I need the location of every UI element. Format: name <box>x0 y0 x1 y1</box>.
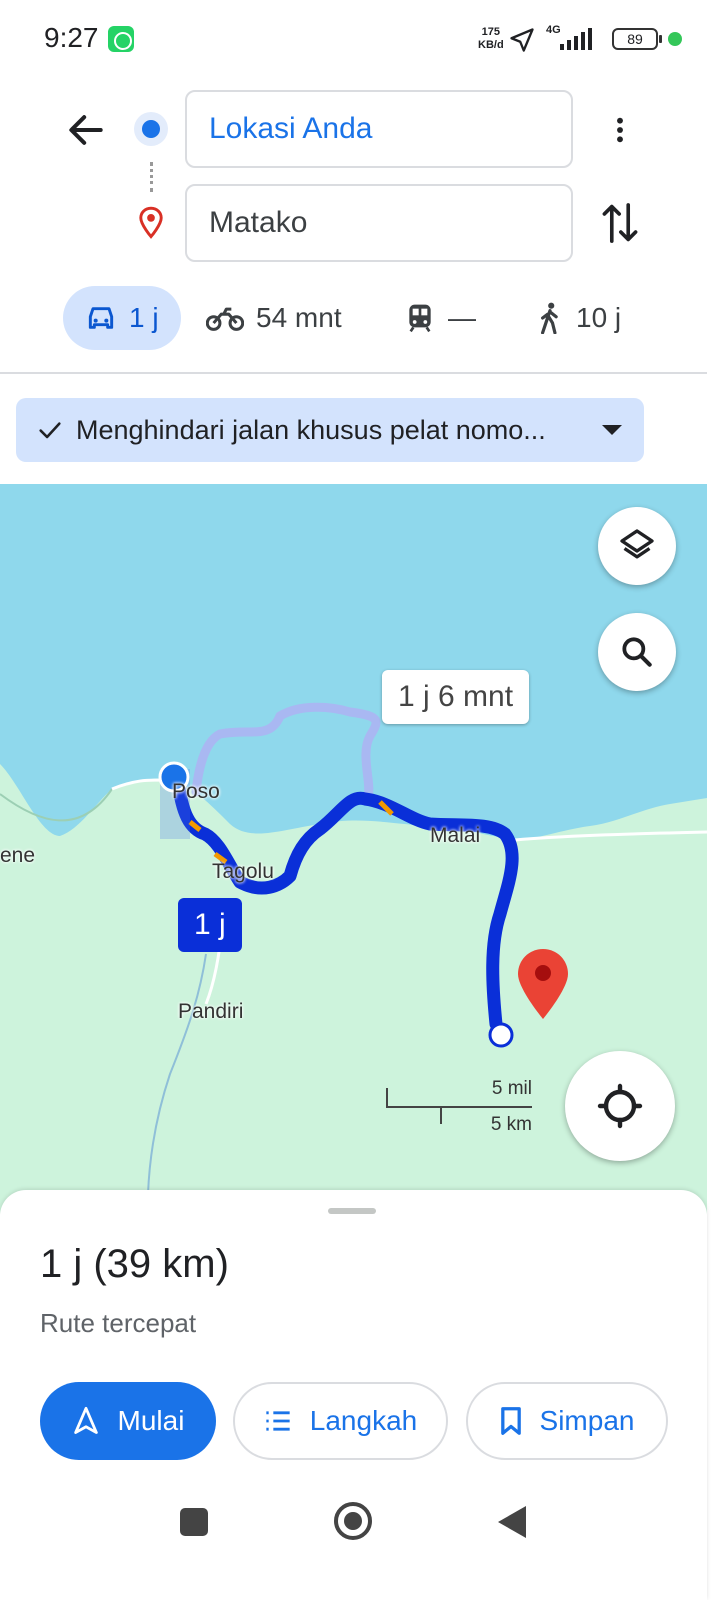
place-label-poso: Poso <box>172 780 220 803</box>
transit-icon <box>409 304 431 333</box>
map-view[interactable]: Poso Tagolu Malai Pandiri ene 1 j 6 mnt … <box>0 484 707 1214</box>
tab-walk-label: 10 j <box>576 302 622 333</box>
tab-transit-label: — <box>448 302 476 333</box>
signal-icon <box>560 28 592 50</box>
route-summary: 1 j (39 km) <box>40 1242 229 1286</box>
motorcycle-icon <box>206 307 244 331</box>
tab-motorcycle[interactable]: 54 mnt <box>206 286 342 350</box>
home-button[interactable] <box>334 1502 372 1540</box>
crosshair-icon <box>597 1083 643 1129</box>
route-connector <box>150 162 154 192</box>
car-icon <box>88 307 114 329</box>
battery-indicator: 89 <box>612 28 662 50</box>
origin-field[interactable]: Lokasi Anda <box>185 90 573 168</box>
travel-mode-tabs: 1 j 54 mnt — 10 j <box>0 286 720 350</box>
walking-icon <box>541 302 558 334</box>
network-speed-unit: KB/d <box>478 39 504 51</box>
main-route-duration[interactable]: 1 j <box>178 898 242 952</box>
navigation-arrow-icon <box>73 1406 98 1434</box>
header-divider <box>0 372 707 374</box>
recenter-button[interactable] <box>565 1051 675 1161</box>
place-label-pandiri: Pandiri <box>178 1000 244 1023</box>
status-bar: 9:27 175 KB/d 4G 89 <box>0 0 720 80</box>
route-subtitle: Rute tercepat <box>40 1308 197 1338</box>
system-navigation-bar <box>0 1500 720 1550</box>
scale-km-label: 5 km <box>490 1114 532 1135</box>
swap-directions-icon[interactable] <box>600 200 640 246</box>
tab-car[interactable]: 1 j <box>63 286 181 350</box>
save-button-label: Simpan <box>539 1405 635 1436</box>
tab-motorcycle-label: 54 mnt <box>256 302 342 333</box>
network-speed-value: 175 <box>481 26 501 38</box>
place-label-malai: Malai <box>430 824 481 847</box>
route-options-label: Menghindari jalan khusus pelat nomo... <box>76 414 546 445</box>
destination-pin-icon <box>139 206 163 239</box>
recents-button[interactable] <box>180 1508 208 1536</box>
bookmark-icon <box>500 1407 521 1435</box>
save-button[interactable]: Simpan <box>466 1382 668 1460</box>
destination-map-pin-icon[interactable] <box>518 949 568 1019</box>
steps-button[interactable]: Langkah <box>233 1382 448 1460</box>
tab-car-label: 1 j <box>129 302 159 333</box>
map-scale: 5 mil 5 km <box>386 1078 536 1138</box>
search-icon <box>622 637 652 667</box>
more-options-icon[interactable] <box>604 108 636 152</box>
dropdown-caret-icon <box>602 425 622 435</box>
location-arrow-icon <box>510 28 534 52</box>
checkmark-icon <box>39 422 61 439</box>
privacy-indicator <box>668 32 682 46</box>
tab-walk[interactable]: 10 j <box>536 286 621 350</box>
route-end-dot <box>488 1022 514 1048</box>
whatsapp-notification-icon <box>108 26 134 52</box>
route-options-chip[interactable]: Menghindari jalan khusus pelat nomo... <box>16 398 644 462</box>
layers-button[interactable] <box>598 507 676 585</box>
status-time: 9:27 <box>44 22 99 53</box>
start-button-label: Mulai <box>117 1405 185 1436</box>
back-arrow-icon[interactable] <box>64 108 108 152</box>
back-button[interactable] <box>498 1506 526 1538</box>
layers-icon <box>620 529 654 559</box>
destination-field[interactable]: Matako <box>185 184 573 262</box>
place-label-ene: ene <box>0 844 36 867</box>
alternate-route-duration[interactable]: 1 j 6 mnt <box>382 670 530 724</box>
drag-handle[interactable] <box>328 1208 376 1214</box>
steps-button-label: Langkah <box>309 1405 418 1436</box>
search-along-route-button[interactable] <box>598 613 676 691</box>
place-label-tagolu: Tagolu <box>212 860 274 883</box>
network-speed: 175 KB/d <box>478 26 504 52</box>
origin-dot-icon <box>134 112 168 146</box>
list-icon <box>266 1411 290 1431</box>
tab-transit[interactable]: — <box>404 286 476 350</box>
scale-miles-label: 5 mil <box>491 1078 532 1099</box>
start-navigation-button[interactable]: Mulai <box>40 1382 216 1460</box>
